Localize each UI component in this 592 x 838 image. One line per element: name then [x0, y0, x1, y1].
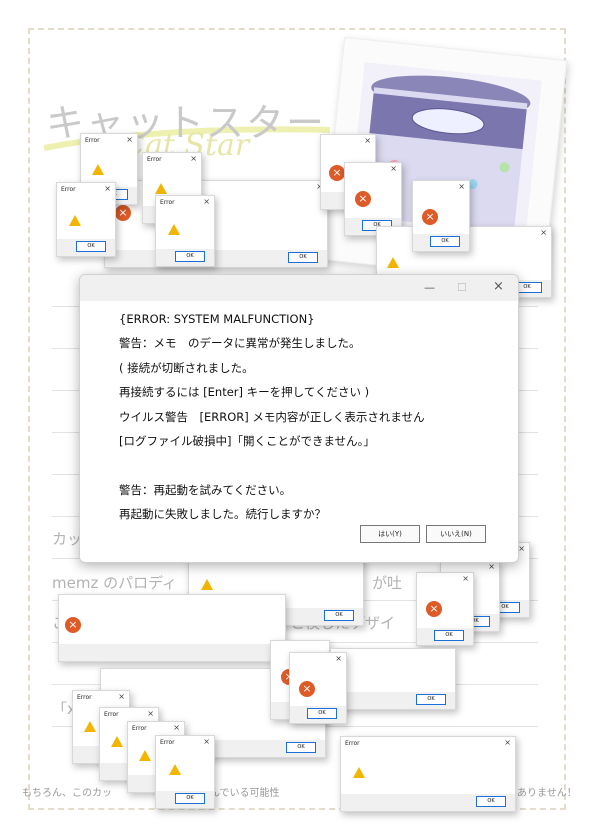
popup-title: Error: [345, 740, 360, 747]
warning-icon: [353, 767, 365, 778]
ok-button[interactable]: OK: [307, 708, 337, 719]
error-popup[interactable]: Error × OK: [340, 736, 516, 812]
error-icon: ×: [355, 191, 371, 207]
popup-title: Error: [61, 186, 76, 193]
popup-footer: OK: [341, 794, 515, 811]
close-icon[interactable]: ×: [118, 692, 125, 701]
message-line: 再起動に失敗しました。続行しますか？: [119, 507, 326, 522]
ok-button[interactable]: OK: [175, 251, 205, 262]
close-icon[interactable]: ×: [390, 164, 397, 173]
popup-title: Error: [77, 694, 92, 701]
error-popup[interactable]: Error × OK: [155, 735, 215, 809]
error-icon: ×: [299, 681, 315, 697]
message-line: 警告：メモ のデータに異常が発生しました。: [119, 336, 361, 351]
close-icon[interactable]: ×: [518, 544, 525, 553]
warning-icon: [155, 183, 167, 194]
dialog-title-bar: — ☐ ×: [80, 275, 518, 301]
close-icon[interactable]: ×: [104, 184, 111, 193]
popup-footer: OK: [156, 249, 214, 266]
warning-icon: [139, 750, 151, 761]
popup-footer: OK: [417, 628, 473, 645]
ok-button[interactable]: OK: [324, 610, 354, 621]
ok-button[interactable]: OK: [430, 236, 460, 247]
dialog-message: {ERROR: SYSTEM MALFUNCTION} 警告：メモ のデータに異…: [119, 307, 509, 527]
popup-title: Error: [160, 739, 175, 746]
popup-title: Error: [147, 156, 162, 163]
close-icon[interactable]: ×: [147, 709, 154, 718]
ok-button[interactable]: OK: [288, 252, 318, 263]
message-line: [ログファイル破損中]「開くことができません。」: [119, 434, 375, 449]
popup-footer: OK: [413, 234, 469, 251]
error-popup[interactable]: × × OK: [344, 162, 402, 236]
message-line: 警告：再起動を試みてください。: [119, 482, 292, 497]
background-text: memz のパロディ: [52, 574, 178, 592]
warning-icon: [69, 215, 81, 226]
error-icon: ×: [426, 601, 442, 617]
close-icon[interactable]: ×: [190, 154, 197, 163]
warning-icon: [111, 736, 123, 747]
message-line: {ERROR: SYSTEM MALFUNCTION}: [119, 312, 315, 326]
message-line: [119, 453, 509, 477]
error-popup[interactable]: ×: [58, 594, 286, 662]
background-text: カッ: [52, 530, 83, 548]
warning-icon: [168, 224, 180, 235]
popup-footer: OK: [331, 692, 455, 709]
background-text: が吐: [372, 574, 403, 592]
popup-footer: OK: [57, 239, 115, 256]
close-icon[interactable]: ×: [462, 574, 469, 583]
ok-button[interactable]: OK: [476, 796, 506, 807]
popup-title: Error: [85, 137, 100, 144]
close-icon[interactable]: ×: [203, 197, 210, 206]
popup-footer: OK: [156, 791, 214, 808]
close-icon[interactable]: ×: [493, 279, 504, 294]
close-icon[interactable]: ×: [540, 228, 547, 237]
ok-button[interactable]: OK: [286, 742, 316, 753]
footer-text-left: もちろん、このカッ: [22, 788, 112, 799]
warning-icon: [201, 579, 213, 590]
minimize-icon[interactable]: —: [424, 281, 435, 294]
maximize-icon: ☐: [457, 281, 467, 294]
error-icon: ×: [115, 205, 131, 221]
main-error-dialog[interactable]: — ☐ × {ERROR: SYSTEM MALFUNCTION} 警告：メモ …: [79, 274, 519, 563]
popup-footer: [59, 644, 285, 661]
yes-button[interactable]: はい(Y): [360, 525, 420, 543]
error-popup[interactable]: Error × OK: [155, 195, 215, 267]
error-icon: ×: [329, 165, 345, 181]
close-icon[interactable]: ×: [203, 737, 210, 746]
popup-title: Error: [104, 711, 119, 718]
close-icon[interactable]: ×: [364, 136, 371, 145]
close-icon[interactable]: ×: [126, 135, 133, 144]
warning-icon: [387, 257, 399, 268]
popup-title: Error: [160, 199, 175, 206]
error-popup[interactable]: × × OK: [289, 652, 347, 724]
popup-footer: OK: [105, 250, 327, 267]
close-icon[interactable]: ×: [335, 654, 342, 663]
popup-footer: OK: [290, 706, 346, 723]
warning-icon: [92, 164, 104, 175]
footer-text-right: ありません！: [517, 788, 577, 799]
error-popup[interactable]: OK: [330, 648, 456, 710]
ok-button[interactable]: OK: [175, 793, 205, 804]
close-icon[interactable]: ×: [458, 182, 465, 191]
popup-title: Error: [132, 725, 147, 732]
ok-button[interactable]: OK: [76, 241, 106, 252]
error-icon: ×: [422, 209, 438, 225]
error-popup[interactable]: Error × OK: [56, 182, 116, 257]
warning-icon: [169, 764, 181, 775]
ok-button[interactable]: OK: [416, 694, 446, 705]
error-popup[interactable]: × × OK: [412, 180, 470, 252]
close-icon[interactable]: ×: [504, 738, 511, 747]
close-icon[interactable]: ×: [488, 562, 495, 571]
message-line: ( 接続が切断されました。: [119, 360, 254, 375]
close-icon[interactable]: ×: [173, 723, 180, 732]
ok-button[interactable]: OK: [434, 630, 464, 641]
message-line: 再接続するには [Enter] キーを押してください ): [119, 385, 370, 400]
error-popup[interactable]: × × OK: [416, 572, 474, 646]
error-icon: ×: [65, 617, 81, 633]
warning-icon: [84, 721, 96, 732]
message-line: ウイルス警告 [ERROR] メモ内容が正しく表示されません: [119, 409, 425, 424]
no-button[interactable]: いいえ(N): [426, 525, 486, 543]
